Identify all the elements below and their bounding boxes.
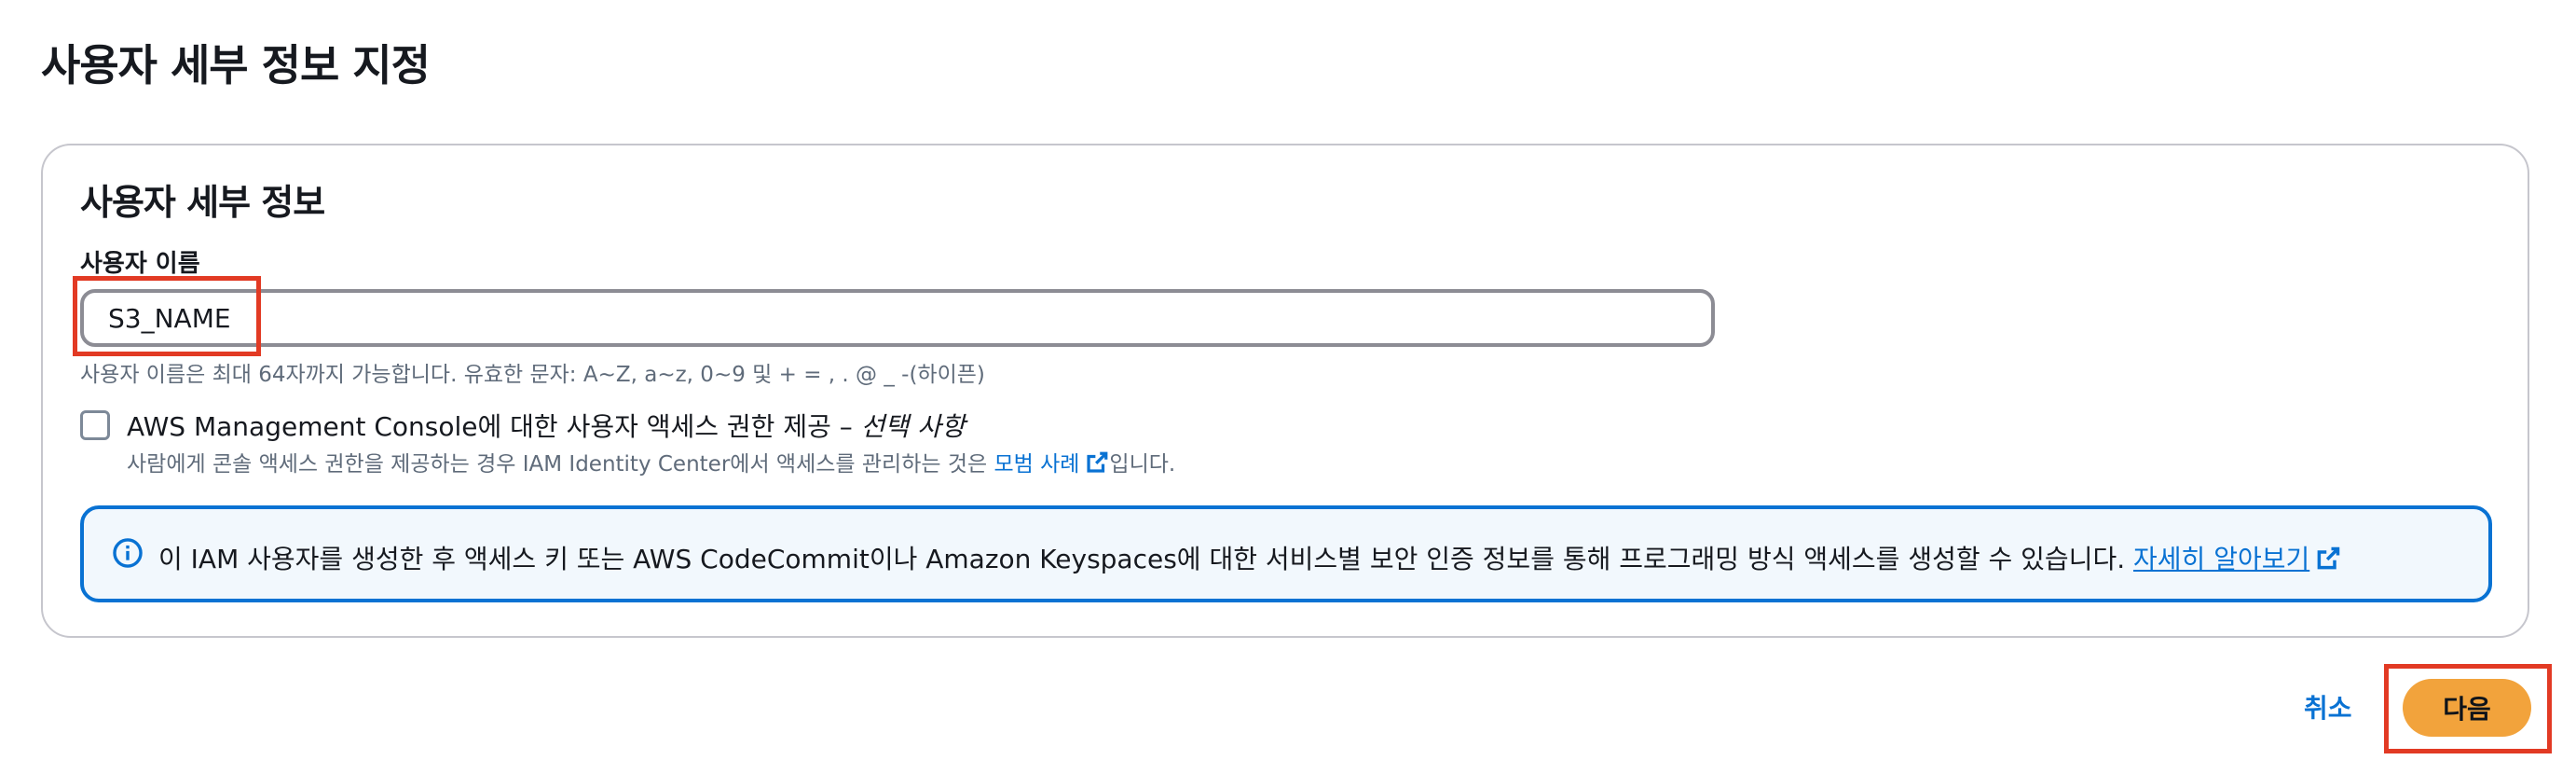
username-input[interactable] [80, 289, 1715, 347]
annotation-highlight-username [73, 276, 261, 356]
panel-title: 사용자 세부 정보 [80, 182, 325, 223]
console-access-optional: 선택 사항 [860, 411, 966, 442]
console-access-description-suffix: 입니다. [1109, 452, 1176, 477]
learn-more-link-text: 자세히 알아보기 [2133, 544, 2310, 574]
console-access-label-text: AWS Management Console에 대한 사용자 액세스 권한 제공… [127, 411, 861, 442]
user-details-panel: 사용자 세부 정보 사용자 이름 사용자 이름은 최대 64자까지 가능합니다.… [41, 144, 2529, 638]
info-icon [112, 537, 144, 573]
external-link-icon [2315, 546, 2341, 578]
username-label: 사용자 이름 [80, 250, 200, 278]
console-access-label[interactable]: AWS Management Console에 대한 사용자 액세스 권한 제공… [127, 407, 966, 444]
annotation-highlight-next [2384, 664, 2552, 753]
cancel-button[interactable]: 취소 [2304, 688, 2352, 726]
console-access-description-prefix: 사람에게 콘솔 액세스 권한을 제공하는 경우 IAM Identity Cen… [127, 452, 994, 477]
console-access-checkbox[interactable] [80, 410, 110, 440]
best-practices-link-text: 모범 사례 [993, 452, 1080, 477]
best-practices-link[interactable]: 모범 사례 [993, 450, 1109, 480]
console-access-description: 사람에게 콘솔 액세스 권한을 제공하는 경우 IAM Identity Cen… [127, 446, 1175, 480]
page-title: 사용자 세부 정보 지정 [41, 40, 431, 90]
info-alert-message: 이 IAM 사용자를 생성한 후 액세스 키 또는 AWS CodeCommit… [158, 544, 2134, 574]
external-link-icon [1085, 450, 1109, 480]
info-alert-text: 이 IAM 사용자를 생성한 후 액세스 키 또는 AWS CodeCommit… [158, 539, 2341, 578]
info-alert: 이 IAM 사용자를 생성한 후 액세스 키 또는 AWS CodeCommit… [80, 505, 2492, 602]
learn-more-link[interactable]: 자세히 알아보기 [2133, 544, 2309, 574]
username-hint: 사용자 이름은 최대 64자까지 가능합니다. 유효한 문자: A~Z, a~z… [80, 363, 985, 387]
